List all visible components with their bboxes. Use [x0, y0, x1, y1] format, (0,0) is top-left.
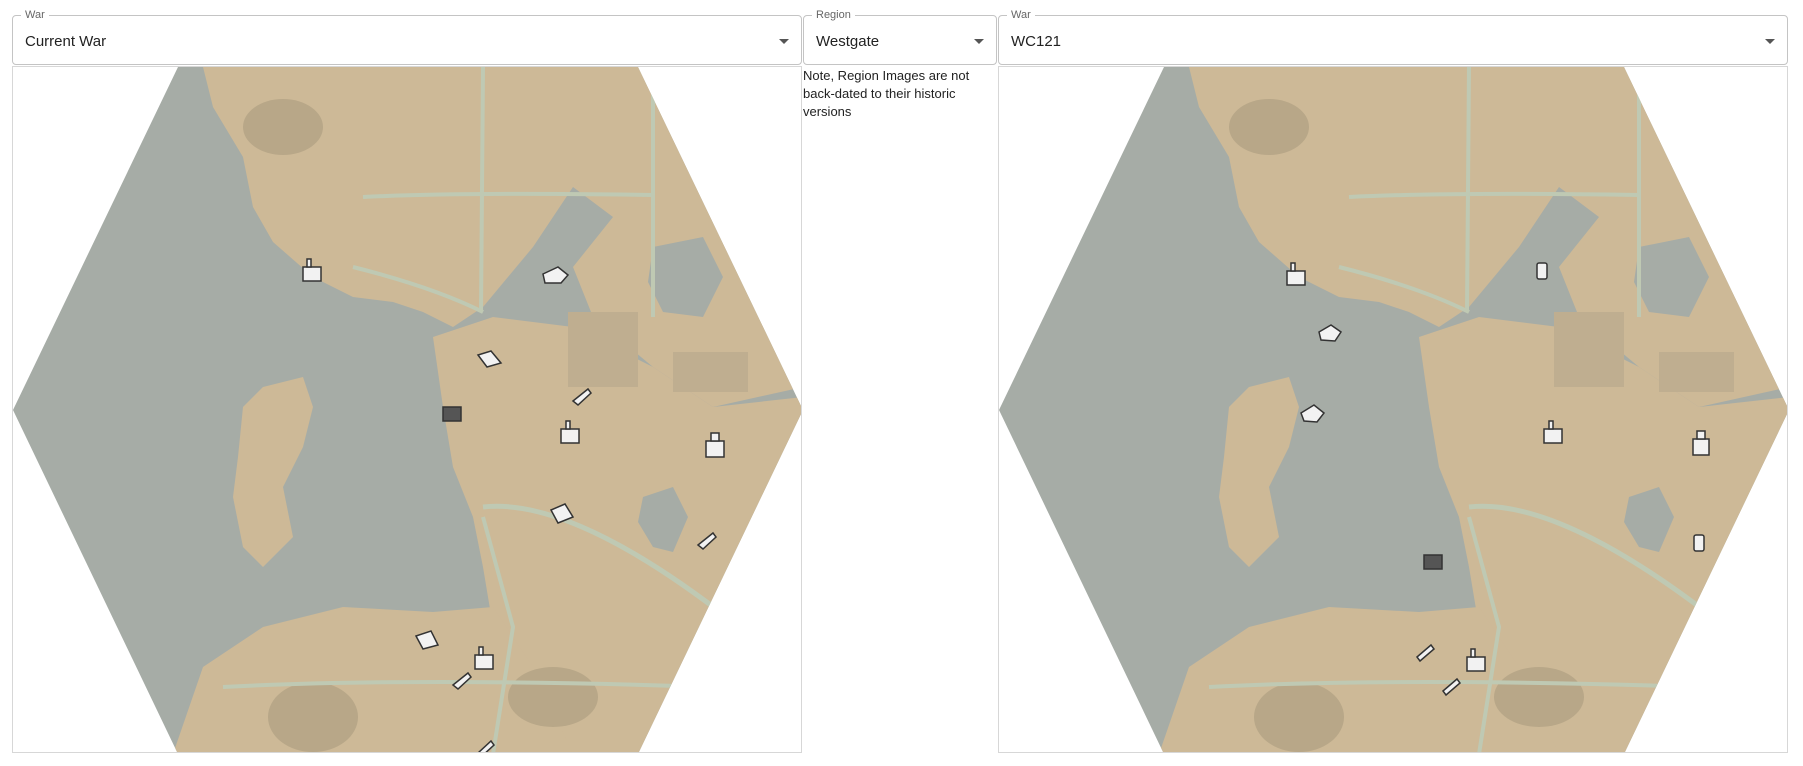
map-right-svg — [999, 67, 1787, 752]
barrel-icon[interactable] — [1693, 534, 1705, 552]
chevron-down-icon[interactable] — [974, 39, 984, 44]
war-select-right[interactable]: War WC121 — [998, 9, 1788, 65]
region-select-label: Region — [812, 9, 855, 21]
region-hex — [999, 67, 1787, 752]
region-map-right[interactable] — [998, 66, 1788, 753]
war-select-value: WC121 — [1011, 33, 1062, 50]
war-select-value: Current War — [25, 33, 107, 50]
tank-icon[interactable] — [1423, 554, 1443, 570]
region-note: Note, Region Images are not back-dated t… — [803, 68, 970, 119]
region-map-left[interactable] — [12, 66, 802, 753]
region-select-value: Westgate — [816, 33, 880, 50]
chevron-down-icon[interactable] — [1765, 39, 1775, 44]
region-hex — [13, 67, 801, 752]
chevron-down-icon[interactable] — [779, 39, 789, 44]
region-select[interactable]: Region Westgate — [803, 9, 997, 65]
map-left-svg — [13, 67, 801, 752]
war-select-left[interactable]: War Current War — [12, 9, 802, 65]
war-select-label: War — [21, 9, 49, 21]
barrel-icon[interactable] — [1536, 262, 1548, 280]
war-select-label: War — [1007, 9, 1035, 21]
factory-icon[interactable] — [442, 406, 462, 422]
